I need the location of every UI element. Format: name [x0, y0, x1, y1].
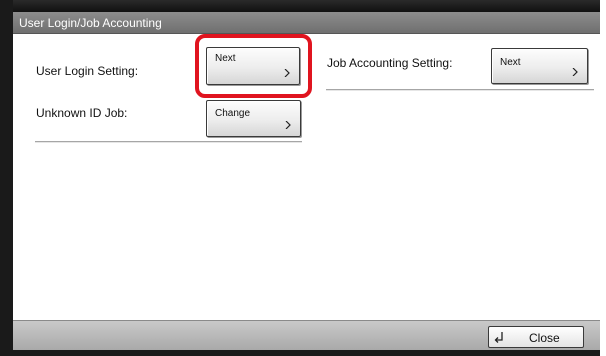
user-login-setting-label: User Login Setting:: [36, 64, 139, 78]
bezel-top: [0, 0, 606, 12]
job-accounting-separator: [326, 89, 594, 91]
panel-screen: User Login/Job Accounting User Login Set…: [0, 0, 606, 356]
unknown-id-separator: [35, 141, 302, 143]
bezel-right-edge: [600, 0, 606, 356]
job-accounting-next-label: Next: [500, 57, 521, 68]
title-bar: User Login/Job Accounting: [13, 12, 600, 34]
close-label: Close: [529, 331, 560, 345]
highlight-ring: [195, 34, 312, 98]
chevron-right-icon: [572, 68, 578, 76]
unknown-id-change-button[interactable]: Change: [206, 100, 301, 137]
settings-content: User Login Setting: Next Job Accounting …: [13, 34, 600, 320]
chevron-right-icon: [285, 121, 291, 129]
bezel-left: [0, 0, 13, 356]
return-arrow-icon: [494, 332, 503, 343]
job-accounting-next-button[interactable]: Next: [491, 48, 588, 84]
job-accounting-setting-label: Job Accounting Setting:: [327, 56, 453, 70]
bezel-bottom: [0, 350, 606, 356]
bottom-bar: Close: [13, 320, 600, 350]
close-button[interactable]: Close: [488, 326, 584, 348]
unknown-id-job-label: Unknown ID Job:: [36, 106, 128, 120]
unknown-id-change-label: Change: [215, 108, 251, 119]
window-title: User Login/Job Accounting: [19, 16, 162, 30]
